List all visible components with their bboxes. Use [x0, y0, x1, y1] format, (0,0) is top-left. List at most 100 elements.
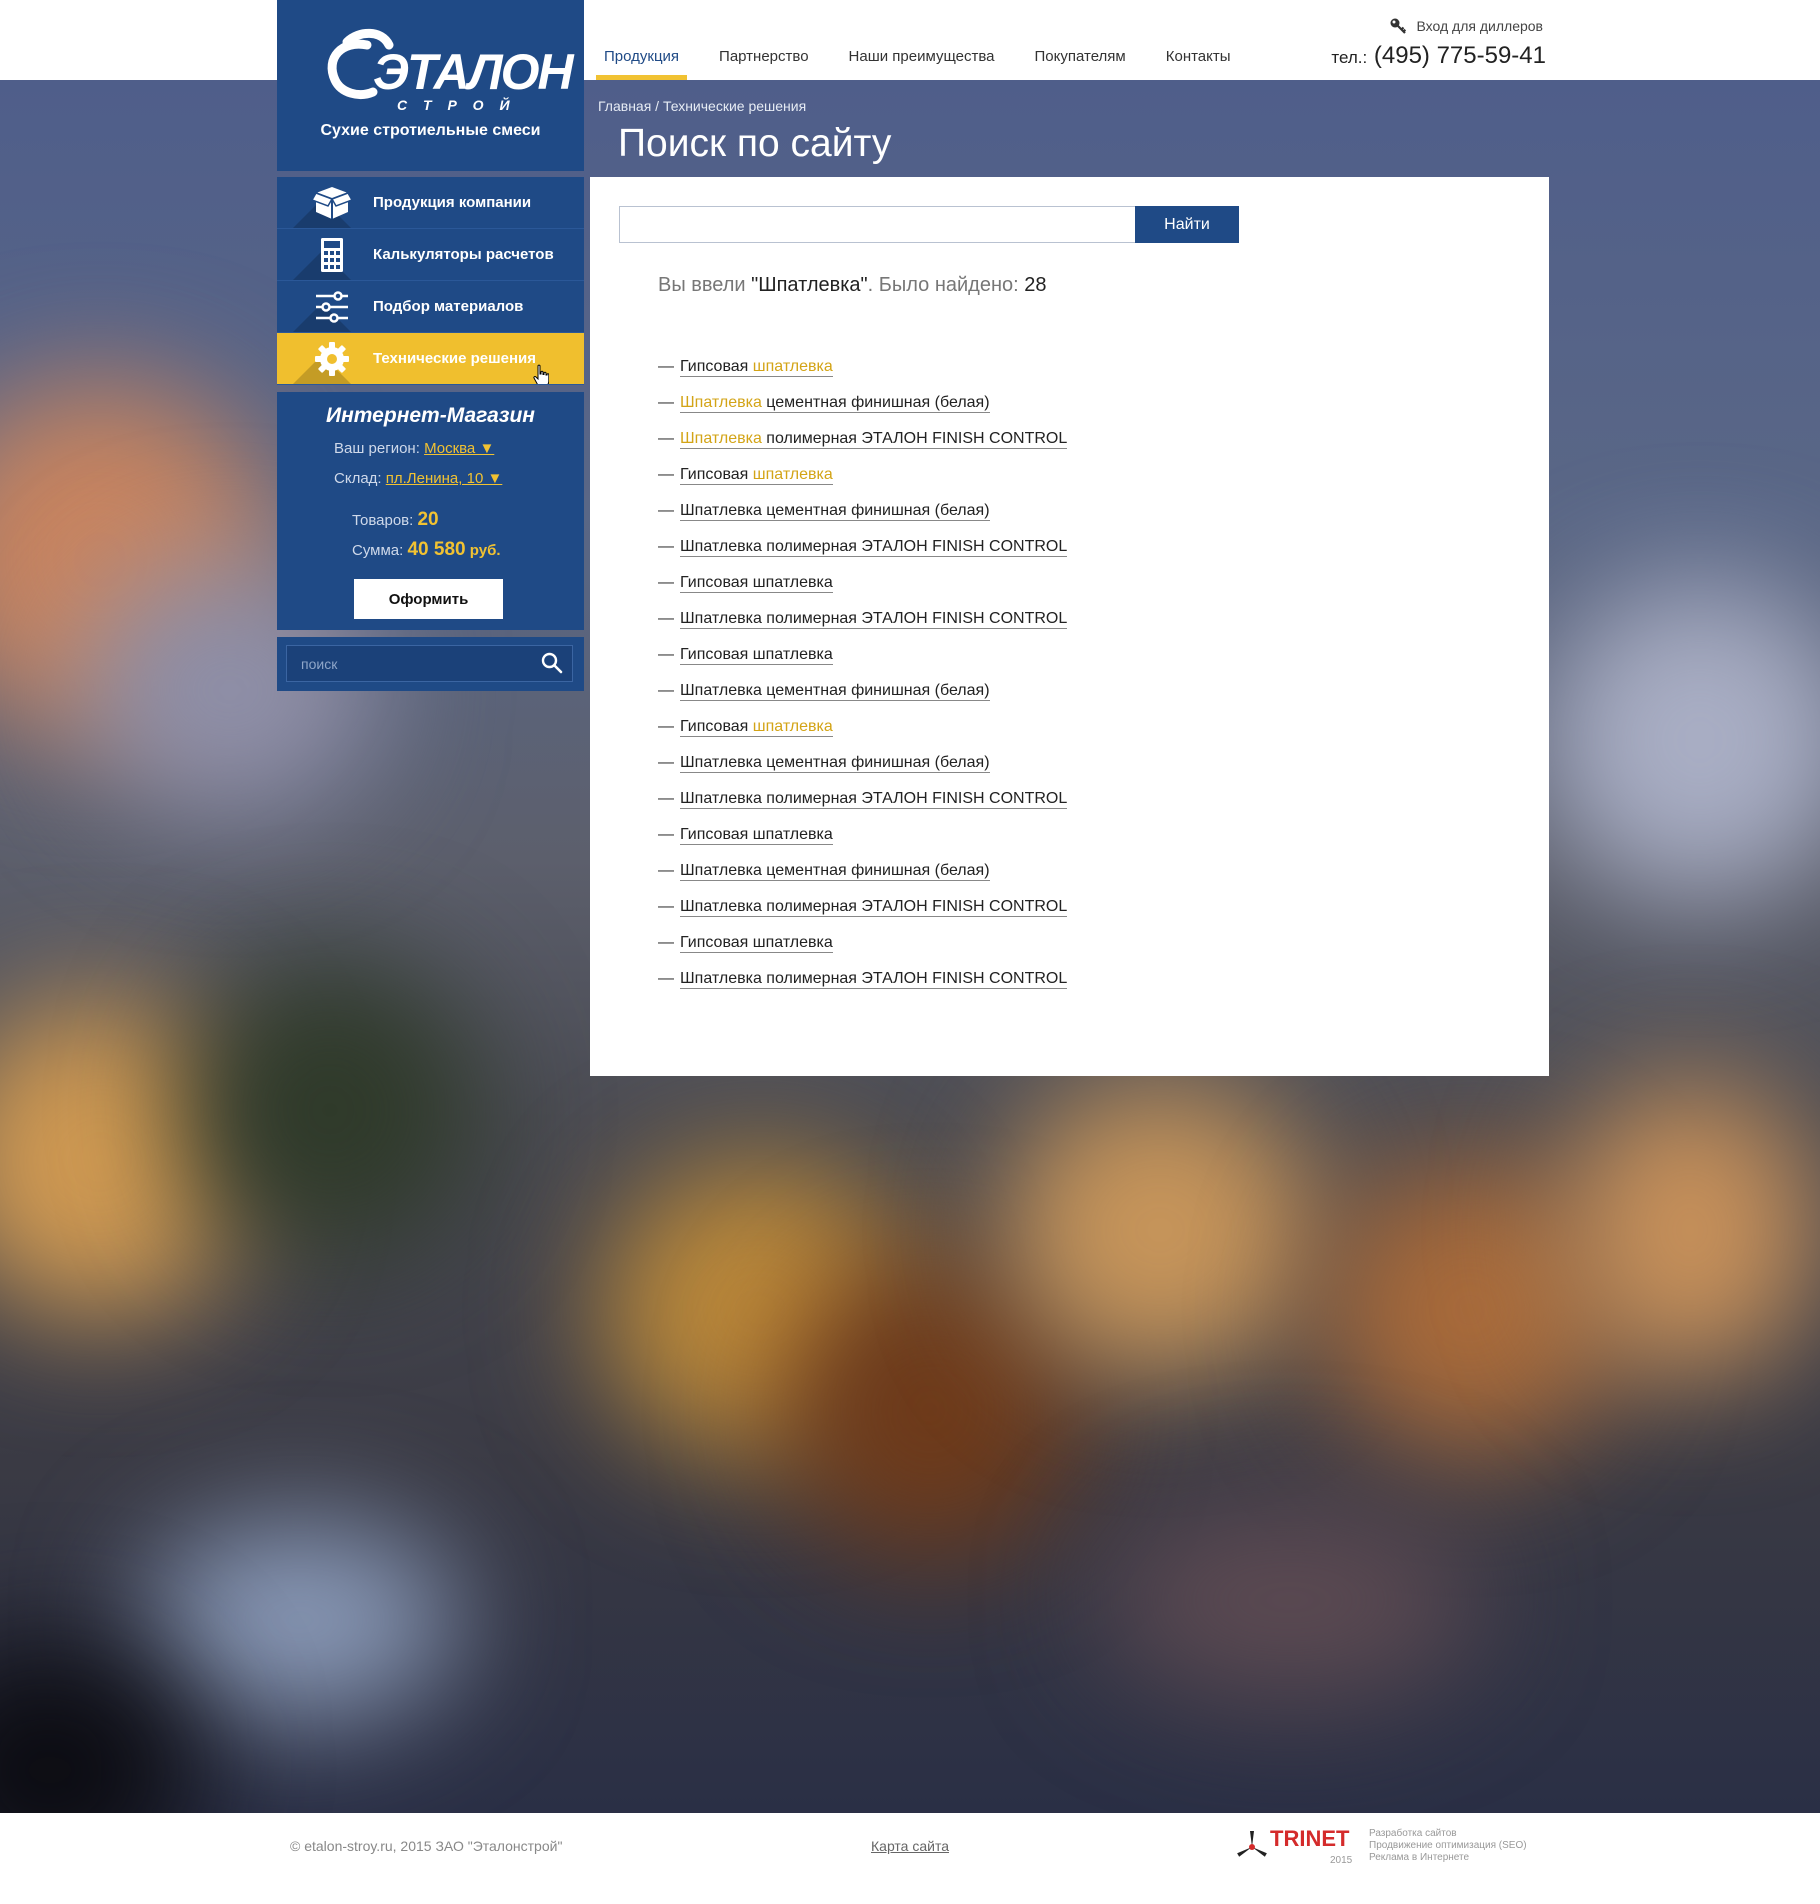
main-nav: Продукция Партнерство Наши преимущества …: [584, 0, 1251, 80]
result-dash: —: [658, 358, 674, 375]
search-result: — Шпатлевка цементная финишная (белая): [658, 493, 1067, 529]
search-result-link[interactable]: Гипсовая шпатлевка: [680, 574, 833, 593]
top-bar: Продукция Партнерство Наши преимущества …: [0, 0, 1820, 80]
result-text: Шпатлевка цементная финишная (белая): [680, 681, 990, 699]
search-result-link[interactable]: Шпатлевка цементная финишная (белая): [680, 682, 990, 701]
side-menu-materials[interactable]: Подбор материалов: [277, 281, 584, 333]
result-dash: —: [658, 718, 674, 735]
trinet-service: Реклама в Интернете: [1369, 1852, 1470, 1863]
search-result: — Гипсовая шпатлевка: [658, 637, 1067, 673]
copyright: © etalon-stroy.ru, 2015 ЗАО "Эталонстрой…: [290, 1838, 563, 1854]
cart-sum-label: Сумма:: [352, 542, 404, 559]
result-dash: —: [658, 754, 674, 771]
sitemap-link[interactable]: Карта сайта: [871, 1838, 949, 1854]
region-select[interactable]: Москва ▼: [424, 440, 494, 457]
result-text: Шпатлевка полимерная ЭТАЛОН FINISH CONTR…: [680, 969, 1068, 987]
side-menu-label: Технические решения: [373, 350, 537, 367]
search-result: — Гипсовая шпатлевка: [658, 457, 1067, 493]
box-icon: [312, 187, 352, 219]
result-dash: —: [658, 790, 674, 807]
search-result-link[interactable]: Гипсовая шпатлевка: [680, 718, 833, 737]
search-result-link[interactable]: Гипсовая шпатлевка: [680, 646, 833, 665]
search-result-link[interactable]: Шпатлевка цементная финишная (белая): [680, 502, 990, 521]
result-text: Шпатлевка полимерная ЭТАЛОН FINISH CONTR…: [680, 609, 1068, 627]
result-dash: —: [658, 430, 674, 447]
result-text: цементная финишная (белая): [761, 393, 990, 411]
result-text: Гипсовая шпатлевка: [680, 825, 833, 843]
search-content: Найти Вы ввели "Шпатлевка". Было найдено…: [590, 177, 1549, 1076]
nav-contacts[interactable]: Контакты: [1146, 0, 1251, 80]
nav-products[interactable]: Продукция: [584, 0, 699, 80]
result-text: Шпатлевка полимерная ЭТАЛОН FINISH CONTR…: [680, 897, 1068, 915]
logo-sub: С Т Р О Й: [397, 96, 516, 113]
search-icon[interactable]: [540, 651, 564, 675]
side-menu-label: Калькуляторы расчетов: [373, 246, 554, 263]
checkout-button[interactable]: Оформить: [354, 579, 503, 619]
result-dash: —: [658, 934, 674, 951]
side-menu-products[interactable]: Продукция компании: [277, 177, 584, 229]
side-menu-tech-solutions[interactable]: Технические решения: [277, 333, 584, 385]
cart-sum-unit: руб.: [469, 542, 501, 559]
sliders-icon: [316, 291, 348, 323]
result-highlight: шпатлевка: [752, 465, 833, 483]
cart-sum-row: Сумма: 40 580 руб.: [352, 539, 501, 561]
nav-customers[interactable]: Покупателям: [1015, 0, 1146, 80]
search-summary: Вы ввели "Шпатлевка". Было найдено: 28: [658, 274, 1047, 297]
search-result-link[interactable]: Гипсовая шпатлевка: [680, 466, 833, 485]
search-result-link[interactable]: Шпатлевка цементная финишная (белая): [680, 754, 990, 773]
search-result-link[interactable]: Шпатлевка полимерная ЭТАЛОН FINISH CONTR…: [680, 897, 1068, 917]
search-result-link[interactable]: Шпатлевка полимерная ЭТАЛОН FINISH CONTR…: [680, 790, 1068, 809]
search-result: — Шпатлевка цементная финишная (белая): [658, 385, 1067, 421]
summary-query: "Шпатлевка": [751, 274, 868, 296]
search-button[interactable]: Найти: [1135, 206, 1239, 243]
result-dash: —: [658, 502, 674, 519]
search-result-link[interactable]: Гипсовая шпатлевка: [680, 358, 833, 377]
shop-title: Интернет-Магазин: [326, 404, 535, 427]
result-dash: —: [658, 610, 674, 627]
result-dash: —: [658, 466, 674, 483]
search-result-link[interactable]: Гипсовая шпатлевка: [680, 934, 833, 953]
search-input[interactable]: [619, 206, 1135, 243]
result-text: Шпатлевка цементная финишная (белая): [680, 753, 990, 771]
logo-tagline: Сухие стротиельные смеси: [320, 122, 541, 139]
dealer-login-link[interactable]: Вход для диллеров: [1417, 18, 1544, 34]
search-result-link[interactable]: Шпатлевка полимерная ЭТАЛОН FINISH CONTR…: [680, 609, 1068, 629]
search-result-link[interactable]: Шпатлевка полимерная ЭТАЛОН FINISH CONTR…: [680, 430, 1068, 449]
result-dash: —: [658, 826, 674, 843]
warehouse-select[interactable]: пл.Ленина, 10 ▼: [386, 470, 503, 487]
warehouse-row: Склад: пл.Ленина, 10 ▼: [334, 470, 502, 487]
result-dash: —: [658, 538, 674, 555]
trinet-name[interactable]: TRINET: [1270, 1826, 1349, 1852]
search-result-link[interactable]: Шпатлевка полимерная ЭТАЛОН FINISH CONTR…: [680, 538, 1068, 557]
search-result: — Шпатлевка цементная финишная (белая): [658, 853, 1067, 889]
trinet-logo-icon[interactable]: [1236, 1827, 1268, 1863]
summary-count: 28: [1024, 274, 1047, 296]
cart-items-label: Товаров:: [352, 512, 414, 529]
sidebar-search-input[interactable]: [286, 645, 573, 682]
result-text: Шпатлевка цементная финишная (белая): [680, 861, 990, 879]
search-result-link[interactable]: Гипсовая шпатлевка: [680, 826, 833, 845]
nav-partnership[interactable]: Партнерство: [699, 0, 829, 80]
result-dash: —: [658, 394, 674, 411]
logo-box[interactable]: ЭТАЛОН С Т Р О Й Сухие стротиельные смес…: [277, 0, 584, 171]
result-text: Гипсовая шпатлевка: [680, 933, 833, 951]
side-menu-calculators[interactable]: Калькуляторы расчетов: [277, 229, 584, 281]
internet-shop-panel: Интернет-Магазин Ваш регион: Москва ▼ Ск…: [277, 392, 584, 630]
search-result-link[interactable]: Шпатлевка полимерная ЭТАЛОН FINISH CONTR…: [680, 969, 1068, 989]
search-result: — Гипсовая шпатлевка: [658, 565, 1067, 601]
trinet-year: 2015: [1330, 1855, 1353, 1866]
phone: тел.: (495) 775-59-41: [1331, 42, 1546, 70]
search-result-link[interactable]: Шпатлевка цементная финишная (белая): [680, 862, 990, 881]
result-text: Гипсовая шпатлевка: [680, 645, 833, 663]
logo-brand: ЭТАЛОН: [373, 44, 575, 100]
side-menu: Продукция компании Калькуляторы расчетов…: [277, 177, 584, 385]
search-result-link[interactable]: Шпатлевка цементная финишная (белая): [680, 394, 990, 413]
result-dash: —: [658, 646, 674, 663]
result-dash: —: [658, 898, 674, 915]
dealer-login[interactable]: Вход для диллеров: [1389, 17, 1544, 35]
result-dash: —: [658, 862, 674, 879]
search-result: — Гипсовая шпатлевка: [658, 925, 1067, 961]
search-result: — Шпатлевка полимерная ЭТАЛОН FINISH CONT…: [658, 601, 1068, 637]
nav-advantages[interactable]: Наши преимущества: [829, 0, 1015, 80]
breadcrumb[interactable]: Главная / Технические решения: [598, 98, 806, 114]
